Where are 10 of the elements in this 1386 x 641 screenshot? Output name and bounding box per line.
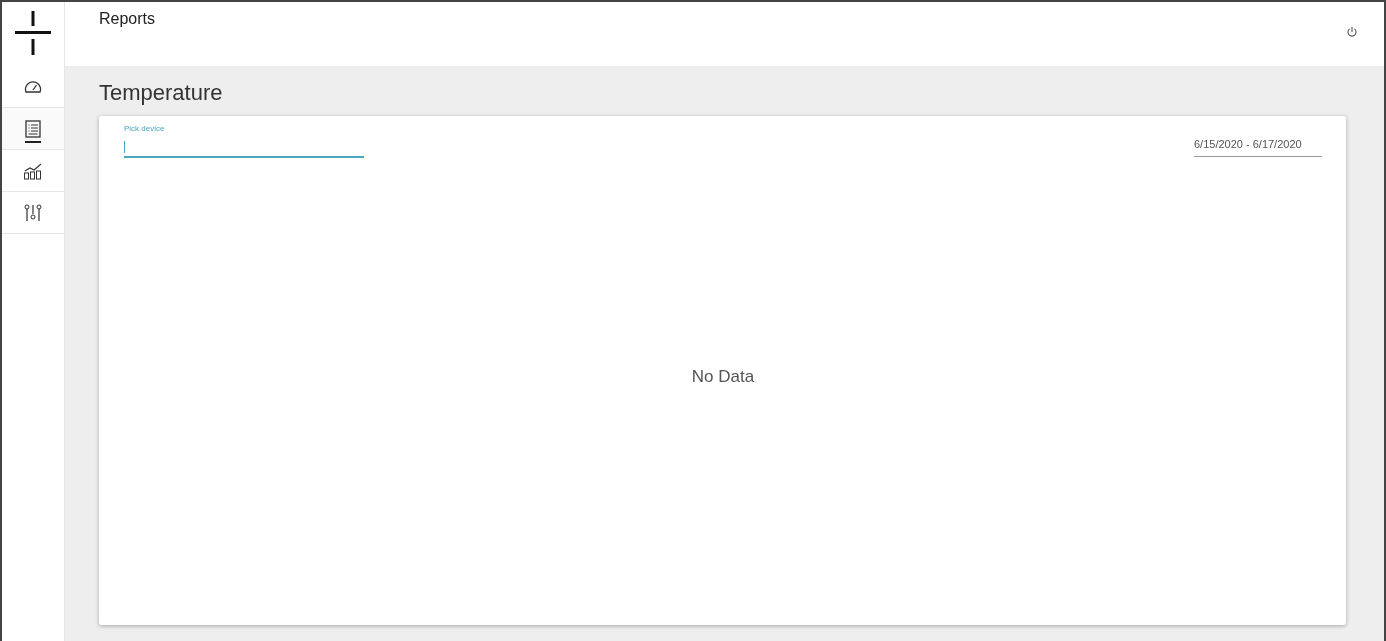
sliders-icon: [24, 203, 42, 222]
power-button[interactable]: [1344, 24, 1360, 40]
gauge-icon: [24, 79, 42, 94]
bar-chart-icon: [23, 161, 43, 180]
empty-message: No Data: [691, 366, 755, 387]
nav-item[interactable]: [2, 108, 64, 150]
page-title: Temperature: [99, 80, 224, 106]
header-title: Reports: [99, 10, 156, 28]
list-icon: [25, 119, 41, 138]
date-range-field[interactable]: 6/15/2020 - 6/17/2020: [1194, 138, 1322, 157]
